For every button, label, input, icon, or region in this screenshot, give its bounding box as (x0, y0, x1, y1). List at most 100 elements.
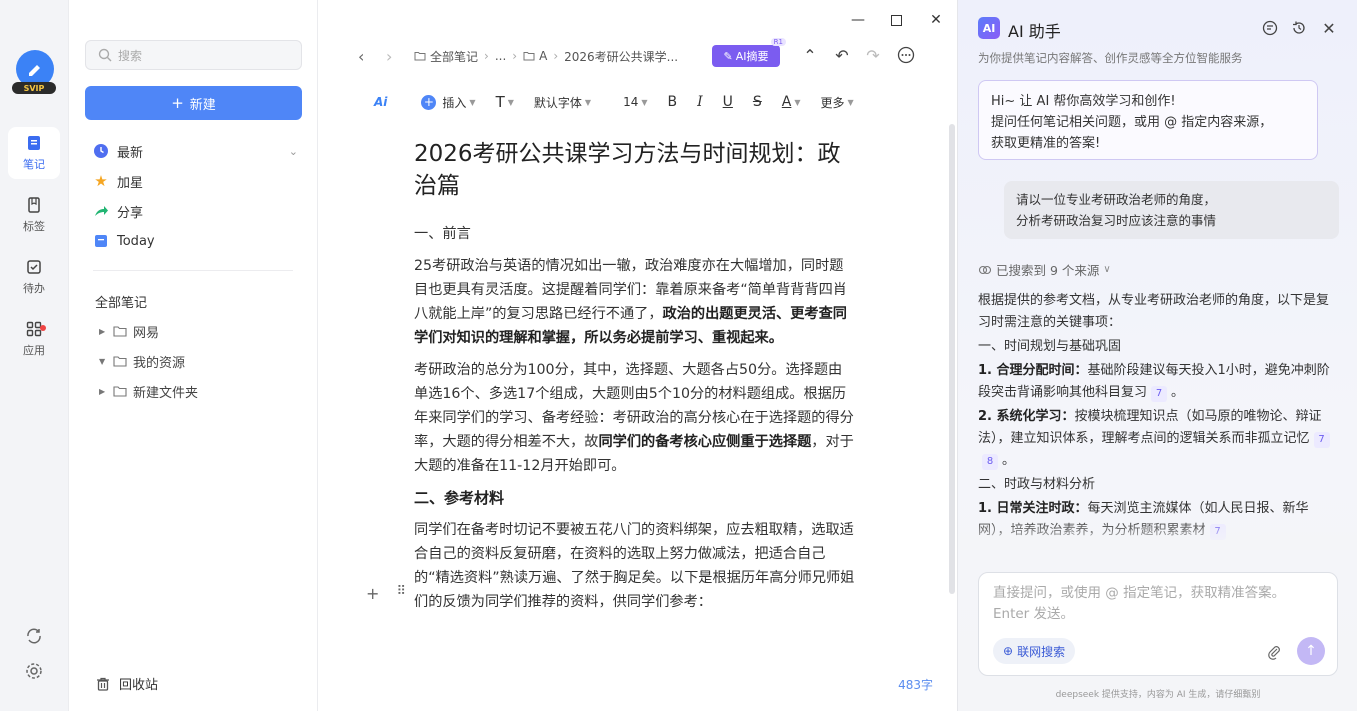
more-options-icon[interactable] (896, 45, 916, 65)
ai-summary-label: AI摘要 (735, 50, 769, 63)
rail-item-notes[interactable]: 笔记 (8, 127, 60, 179)
rail-item-label: 笔记 (23, 158, 45, 171)
chevron-down-icon: ▼ (584, 97, 592, 107)
drag-handle-icon[interactable]: ⠿ (396, 584, 406, 603)
attachment-icon[interactable] (1265, 643, 1283, 661)
text-color-button[interactable]: A ▼ (782, 94, 801, 110)
text-style-menu[interactable]: T ▼ (496, 93, 514, 111)
undo-icon[interactable]: ↶ (832, 45, 852, 65)
user-message-line: 请以一位专业考研政治老师的角度， (1016, 192, 1217, 207)
history-icon[interactable] (1289, 18, 1309, 38)
ai-summary-button[interactable]: ✎ AI摘要 R1 (712, 38, 786, 67)
close-panel-icon[interactable]: ✕ (1319, 18, 1339, 38)
new-note-button[interactable]: + 新建 (85, 86, 302, 120)
collapse-up-icon[interactable]: ⌃ (800, 45, 820, 65)
ai-chat-input[interactable]: 直接提问，或使用 @ 指定笔记，获取精准答案。Enter 发送。 ⊕ 联网搜索 … (978, 572, 1338, 676)
ai-disclaimer: deepseek 提供支持，内容为 AI 生成，请仔细甄别 (1055, 690, 1261, 700)
ai-tips-icon[interactable] (1260, 18, 1280, 38)
minimize-icon[interactable]: — (850, 12, 866, 28)
app-rail: SVIP 笔记 标签 待办 应用 (0, 0, 68, 711)
editor-scrollbar[interactable] (949, 124, 955, 594)
document-body[interactable]: 2026考研公共课学习方法与时间规划：政治篇 一、前言 25考研政治与英语的情况… (414, 138, 856, 622)
chevron-down-icon: ▼ (847, 97, 854, 107)
caret-right-icon[interactable]: ▶ (99, 327, 109, 336)
bold-button[interactable]: B (668, 94, 678, 110)
sources-icon (978, 265, 992, 274)
new-button-label: 新建 (189, 97, 216, 113)
sidebar-item-shared[interactable]: 分享 (93, 199, 298, 223)
chevron-down-icon[interactable]: ⌄ (289, 145, 298, 158)
recycle-bin[interactable]: 回收站 (95, 674, 158, 693)
chevron-down-icon: ▼ (469, 97, 476, 107)
rail-item-label: 待办 (23, 282, 45, 295)
chevron-down-icon: ▼ (794, 97, 801, 107)
rail-item-apps[interactable]: 应用 (8, 313, 60, 365)
editor-pane: — ✕ ‹ › 全部笔记 › ... › A › 2026考研公共课学... ✎… (318, 0, 957, 711)
maximize-icon[interactable] (888, 12, 904, 28)
all-notes-heading[interactable]: 全部笔记 (95, 292, 147, 311)
sidebar-item-recent[interactable]: 最新 ⌄ (93, 139, 298, 163)
document-title[interactable]: 2026考研公共课学习方法与时间规划：政治篇 (414, 138, 856, 202)
sidebar: 搜索 + 新建 最新 ⌄ ★ 加星 分享 Today 全部笔记 ▶ 网易 ▼ 我… (68, 0, 318, 711)
ai-logo-icon: AI (978, 17, 1000, 39)
font-size-select[interactable]: 14 ▼ (623, 95, 647, 109)
sparkle-icon: ✎ (723, 49, 733, 63)
breadcrumb: ‹ › 全部笔记 › ... › A › 2026考研公共课学... (358, 46, 684, 66)
caret-down-icon[interactable]: ▼ (99, 357, 109, 366)
breadcrumb-separator: › (553, 49, 559, 63)
more-menu[interactable]: 更多 ▼ (821, 94, 854, 111)
forward-arrow-icon[interactable]: › (386, 47, 404, 66)
underline-button[interactable]: U (723, 94, 733, 110)
citation-badge[interactable]: 8 (982, 454, 998, 470)
folder-item[interactable]: ▶ 网易 (99, 321, 159, 341)
answer-item: 1. 合理分配时间：基础阶段建议每天投入1小时，避免冲刺阶段突击背诵影响其他科目… (978, 363, 1330, 402)
sidebar-item-starred[interactable]: ★ 加星 (93, 169, 298, 193)
italic-button[interactable]: I (697, 94, 703, 110)
sidebar-item-label: Today (117, 233, 155, 249)
folder-icon (113, 386, 127, 397)
add-block-icon[interactable]: + (366, 584, 379, 603)
note-icon (28, 136, 40, 150)
rail-item-tags[interactable]: 标签 (8, 189, 60, 241)
breadcrumb-root: 全部笔记 (430, 49, 479, 64)
folder-label: 我的资源 (133, 355, 186, 371)
user-message: 请以一位专业考研政治老师的角度， 分析考研政治复习时应该注意的事情 (1004, 181, 1339, 239)
sync-icon[interactable] (24, 626, 44, 646)
sidebar-item-today[interactable]: Today (93, 229, 298, 253)
section-heading: 一、前言 (414, 226, 471, 242)
rail-item-todo[interactable]: 待办 (8, 251, 60, 303)
breadcrumb-item[interactable]: A (523, 49, 547, 63)
close-window-icon[interactable]: ✕ (928, 12, 944, 28)
web-search-toggle[interactable]: ⊕ 联网搜索 (993, 638, 1076, 664)
breadcrumb-item[interactable]: 全部笔记 (414, 48, 478, 65)
search-icon (98, 48, 112, 62)
divider (93, 270, 293, 271)
breadcrumb-current-label: 2026考研公共课学... (564, 49, 679, 64)
breadcrumb-ellipsis: ... (494, 49, 507, 63)
paragraph: 25考研政治与英语的情况如出一辙，政治难度亦在大幅增加，同时题目也更具有灵活度。… (414, 254, 856, 350)
ai-tool-button[interactable]: Ai (374, 95, 387, 109)
sources-toggle[interactable]: 已搜索到 9 个来源 ∨ (978, 260, 1111, 279)
citation-badge[interactable]: 7 (1151, 386, 1168, 402)
font-family-select[interactable]: 默认字体 ▼ (534, 94, 591, 111)
send-button[interactable]: ↑ (1297, 637, 1325, 665)
insert-menu[interactable]: + 插入 ▼ (421, 94, 476, 111)
answer-item-label: 2. 系统化学习： (978, 409, 1075, 424)
folder-item[interactable]: ▼ 我的资源 (99, 351, 185, 371)
redo-icon[interactable]: ↷ (863, 45, 883, 65)
strikethrough-button[interactable]: S (753, 94, 762, 110)
search-input[interactable]: 搜索 (85, 40, 302, 70)
back-arrow-icon[interactable]: ‹ (358, 47, 376, 66)
star-icon: ★ (94, 172, 108, 190)
chevron-down-icon: ∨ (1103, 264, 1111, 275)
paragraph: 考研政治的总分为100分，其中，选择题、大题各占50分。选择题由单选16个、多选… (414, 358, 856, 478)
settings-gear-icon[interactable] (24, 661, 44, 681)
folder-item[interactable]: ▶ 新建文件夹 (99, 381, 198, 401)
plus-icon: + (421, 94, 437, 110)
trash-icon (97, 677, 109, 691)
text-style-label: T (495, 93, 505, 111)
caret-right-icon[interactable]: ▶ (99, 387, 109, 396)
breadcrumb-item[interactable]: ... (495, 49, 506, 63)
folder-label: 网易 (133, 325, 160, 341)
citation-badge[interactable]: 7 (1313, 432, 1330, 448)
